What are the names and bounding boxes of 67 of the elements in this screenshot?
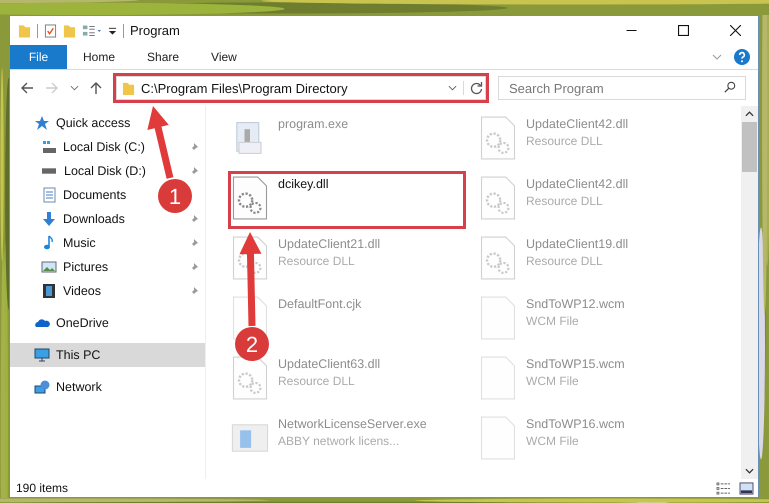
refresh-icon[interactable] xyxy=(463,81,485,95)
landscape-picture-icon xyxy=(41,259,57,275)
address-path: C:\Program Files\Program Directory xyxy=(141,80,349,96)
gear-file-icon xyxy=(230,176,270,220)
address-bar[interactable]: C:\Program Files\Program Directory xyxy=(116,76,486,100)
large-icons-view-icon[interactable] xyxy=(739,482,754,494)
file-type: WCM File xyxy=(526,374,580,388)
scroll-down-icon[interactable] xyxy=(745,468,754,474)
item-count: 190 items xyxy=(16,481,68,495)
ribbon-tab[interactable]: File xyxy=(10,45,67,69)
sidebar-item[interactable]: Videos xyxy=(10,279,205,303)
drive-icon xyxy=(42,168,56,174)
film-strip-icon xyxy=(41,283,57,299)
ribbon-tab[interactable]: Share xyxy=(131,45,196,69)
file-type: Resource DLL xyxy=(278,374,356,388)
expand-ribbon-icon[interactable] xyxy=(712,54,722,60)
sidebar-item[interactable]: Pictures xyxy=(10,255,205,279)
file-type: WCM File xyxy=(526,434,580,448)
up-arrow-icon[interactable] xyxy=(89,81,103,95)
star-icon xyxy=(34,115,50,131)
gear-file-icon xyxy=(478,236,518,280)
gear-file-icon xyxy=(230,356,270,400)
properties-icon[interactable] xyxy=(44,22,57,38)
sidebar-item[interactable]: This PC xyxy=(10,343,205,367)
number-badge: 1 xyxy=(158,179,192,213)
blank-file-icon xyxy=(478,416,518,460)
number-badge: 2 xyxy=(235,327,269,361)
blank-file-icon xyxy=(478,296,518,340)
download-arrow-icon xyxy=(41,211,57,227)
gear-file-icon xyxy=(478,176,518,220)
sidebar-item[interactable]: OneDrive xyxy=(10,311,205,335)
search-field[interactable]: Search Program xyxy=(498,76,746,100)
scroll-up-icon[interactable] xyxy=(745,111,754,117)
file-type: Resource DLL xyxy=(526,134,604,148)
window-title: Program xyxy=(130,23,180,38)
recent-caret-icon[interactable] xyxy=(70,85,79,91)
ribbon-tab[interactable]: View xyxy=(195,45,253,69)
blank-file-icon xyxy=(478,356,518,400)
sidebar-item[interactable]: Music xyxy=(10,231,205,255)
view-dropdown-icon[interactable] xyxy=(82,22,102,38)
file-type: Resource DLL xyxy=(526,194,604,208)
file-type: ABBY network licens... xyxy=(278,434,400,448)
sidebar-item[interactable]: Network xyxy=(10,375,205,399)
sidebar-item[interactable]: Documents xyxy=(10,183,130,207)
file-name[interactable]: dcikey.dll xyxy=(278,177,328,191)
gear-file-icon xyxy=(478,116,518,160)
folder-icon xyxy=(122,80,135,96)
drive-icon xyxy=(41,139,57,155)
scrollbar[interactable] xyxy=(741,106,758,479)
monitor-icon xyxy=(34,347,50,363)
search-icon xyxy=(724,81,736,93)
file-type: Resource DLL xyxy=(278,254,356,268)
minimize-icon xyxy=(626,30,636,31)
sidebar-item[interactable]: Local Disk (C:) xyxy=(10,135,205,159)
network-icon xyxy=(34,379,50,395)
close-icon xyxy=(730,25,740,36)
scroll-thumb[interactable] xyxy=(742,122,757,172)
details-view-icon[interactable] xyxy=(716,482,731,494)
file-type: WCM File xyxy=(526,314,580,328)
document-icon xyxy=(41,187,57,203)
file-type: Resource DLL xyxy=(526,254,604,268)
dropdown-caret-icon[interactable] xyxy=(448,85,457,91)
back-arrow-icon[interactable] xyxy=(20,81,34,95)
sidebar-item[interactable]: Quick access xyxy=(10,111,205,135)
maximize-icon xyxy=(678,25,688,36)
help-icon[interactable] xyxy=(734,49,750,65)
ribbon-tab[interactable]: Home xyxy=(67,45,132,69)
